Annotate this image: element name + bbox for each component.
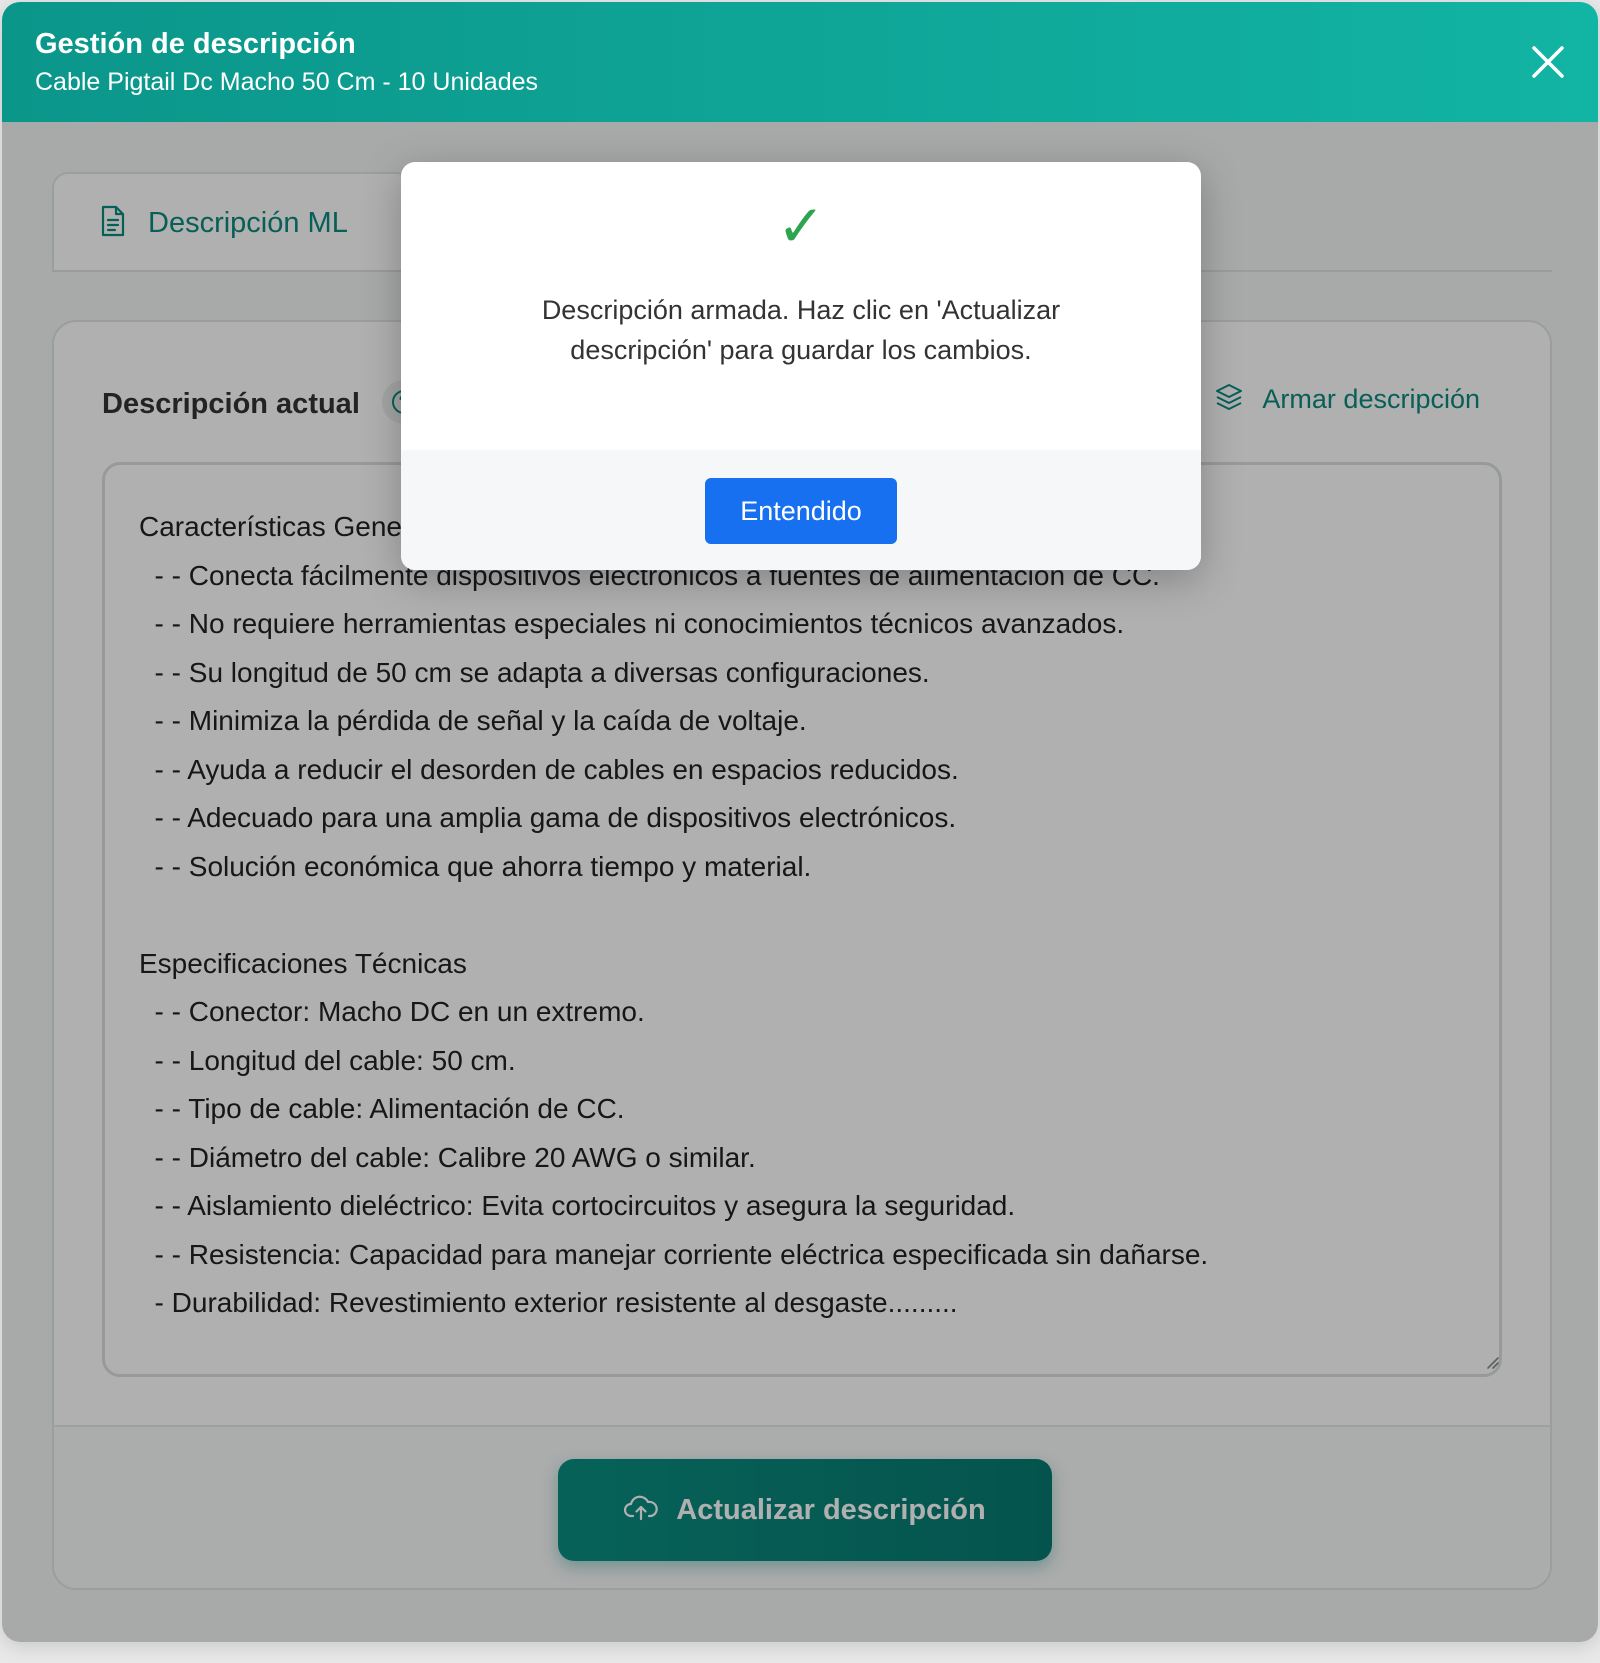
dialog-footer: Entendido	[401, 450, 1201, 570]
checkmark-icon: ✓	[776, 194, 826, 259]
ok-button[interactable]: Entendido	[705, 478, 897, 544]
header: Gestión de descripción Cable Pigtail Dc …	[2, 2, 1598, 122]
close-icon[interactable]	[1528, 42, 1568, 82]
dialog-message: Descripción armada. Haz clic en 'Actuali…	[541, 295, 1061, 365]
product-subtitle: Cable Pigtail Dc Macho 50 Cm - 10 Unidad…	[35, 68, 539, 96]
page-title: Gestión de descripción	[35, 28, 356, 60]
success-dialog: ✓ Descripción armada. Haz clic en 'Actua…	[401, 162, 1201, 570]
